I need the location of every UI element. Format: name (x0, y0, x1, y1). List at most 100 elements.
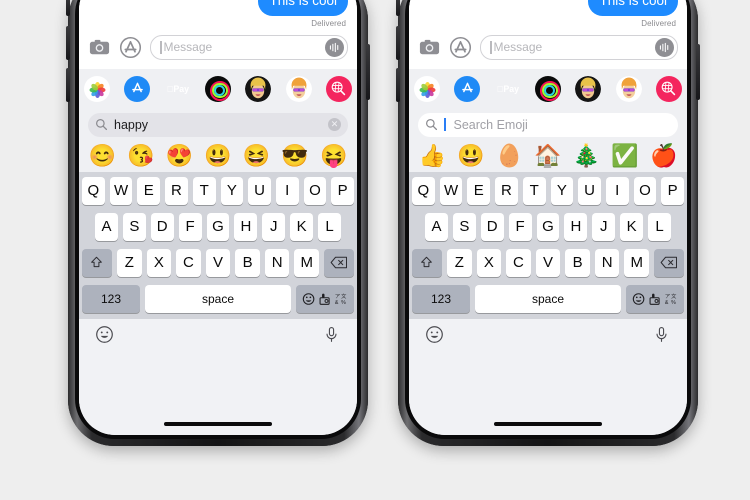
message-input-field[interactable]: Message (150, 34, 348, 60)
emoji-keyboard-key[interactable]: ア 文 & % (296, 284, 354, 313)
app-icon-app-store[interactable] (124, 75, 151, 102)
key-M[interactable]: M (294, 248, 320, 277)
smiley-icon[interactable] (425, 325, 444, 344)
audio-waveform-icon[interactable] (655, 37, 674, 57)
key-O[interactable]: O (633, 176, 657, 205)
emoji-result-3[interactable]: 😃 (203, 144, 233, 167)
home-indicator[interactable] (164, 422, 272, 426)
key-R[interactable]: R (495, 176, 518, 205)
app-icon-app-store[interactable] (454, 75, 481, 102)
vol-down-button[interactable] (66, 68, 70, 102)
key-Y[interactable]: Y (550, 176, 574, 205)
key-X[interactable]: X (476, 248, 502, 277)
microphone-icon[interactable] (322, 325, 341, 344)
key-B[interactable]: B (565, 248, 590, 277)
key-I[interactable]: I (275, 176, 299, 205)
key-K[interactable]: K (620, 212, 644, 241)
key-W[interactable]: W (439, 176, 463, 205)
emoji-result-6[interactable]: 😝 (319, 144, 349, 167)
emoji-result-3[interactable]: 🏠 (533, 144, 563, 167)
emoji-result-0[interactable]: 👍 (417, 144, 447, 167)
key-Y[interactable]: Y (220, 176, 244, 205)
key-E[interactable]: E (467, 176, 491, 205)
app-icon-images[interactable] (325, 75, 352, 102)
numbers-key[interactable]: 123 (412, 284, 470, 313)
key-W[interactable]: W (109, 176, 133, 205)
app-icon-memoji-dark[interactable] (575, 75, 602, 102)
app-icon-apple-pay[interactable]: Pay (165, 76, 191, 102)
key-S[interactable]: S (452, 212, 476, 241)
key-Z[interactable]: Z (446, 248, 472, 277)
key-B[interactable]: B (235, 248, 260, 277)
key-F[interactable]: F (178, 212, 202, 241)
shift-key[interactable] (81, 248, 112, 277)
space-key[interactable]: space (475, 284, 621, 313)
key-F[interactable]: F (508, 212, 532, 241)
key-J[interactable]: J (592, 212, 616, 241)
key-G[interactable]: G (536, 212, 560, 241)
vol-up-button[interactable] (396, 26, 400, 60)
key-M[interactable]: M (624, 248, 650, 277)
app-icon-apple-pay[interactable]: Pay (495, 76, 521, 102)
key-L[interactable]: L (318, 212, 342, 241)
app-icon-memoji-light[interactable] (285, 75, 312, 102)
key-G[interactable]: G (206, 212, 230, 241)
backspace-key[interactable] (324, 248, 355, 277)
emoji-search-field[interactable]: Search Emoji (418, 112, 678, 137)
smiley-icon[interactable] (95, 325, 114, 344)
emoji-result-1[interactable]: 😘 (126, 144, 156, 167)
app-store-icon[interactable] (119, 36, 142, 59)
app-icon-photos[interactable] (84, 75, 110, 102)
silent-button[interactable] (396, 0, 400, 16)
audio-waveform-icon[interactable] (325, 37, 344, 57)
key-A[interactable]: A (95, 212, 118, 241)
camera-icon[interactable] (88, 36, 111, 59)
key-I[interactable]: I (605, 176, 629, 205)
key-P[interactable]: P (331, 176, 355, 205)
emoji-result-0[interactable]: 😊 (87, 144, 117, 167)
key-D[interactable]: D (150, 212, 174, 241)
key-T[interactable]: T (522, 176, 546, 205)
emoji-result-2[interactable]: 😍 (164, 144, 194, 167)
key-H[interactable]: H (234, 212, 258, 241)
emoji-search-field[interactable]: happy ✕ (88, 112, 348, 137)
key-V[interactable]: V (205, 248, 231, 277)
emoji-result-4[interactable]: 😆 (242, 144, 272, 167)
key-A[interactable]: A (425, 212, 448, 241)
app-icon-activity[interactable] (204, 75, 231, 102)
backspace-key[interactable] (654, 248, 685, 277)
key-J[interactable]: J (262, 212, 286, 241)
app-store-icon[interactable] (449, 36, 472, 59)
key-N[interactable]: N (594, 248, 620, 277)
emoji-result-5[interactable]: ✅ (610, 144, 640, 167)
key-U[interactable]: U (578, 176, 601, 205)
message-bubble[interactable]: This is cool (258, 0, 352, 16)
power-button[interactable] (696, 44, 700, 100)
emoji-result-5[interactable]: 😎 (280, 144, 310, 167)
key-O[interactable]: O (303, 176, 327, 205)
app-icon-photos[interactable] (414, 75, 440, 102)
key-Q[interactable]: Q (411, 176, 435, 205)
emoji-keyboard-key[interactable]: ア 文 & % (626, 284, 684, 313)
key-Q[interactable]: Q (81, 176, 105, 205)
key-C[interactable]: C (176, 248, 201, 277)
emoji-result-2[interactable]: 🥚 (494, 144, 524, 167)
vol-up-button[interactable] (66, 26, 70, 60)
key-N[interactable]: N (264, 248, 290, 277)
message-input-field[interactable]: Message (480, 34, 678, 60)
space-key[interactable]: space (145, 284, 291, 313)
camera-icon[interactable] (418, 36, 441, 59)
key-X[interactable]: X (146, 248, 172, 277)
silent-button[interactable] (66, 0, 70, 16)
numbers-key[interactable]: 123 (82, 284, 140, 313)
key-S[interactable]: S (122, 212, 146, 241)
emoji-result-6[interactable]: 🍎 (649, 144, 679, 167)
app-icon-memoji-dark[interactable] (245, 75, 272, 102)
key-V[interactable]: V (535, 248, 561, 277)
key-L[interactable]: L (648, 212, 672, 241)
app-icon-images[interactable] (655, 75, 682, 102)
power-button[interactable] (366, 44, 370, 100)
key-Z[interactable]: Z (116, 248, 142, 277)
clear-icon[interactable]: ✕ (328, 118, 341, 131)
app-icon-activity[interactable] (534, 75, 561, 102)
